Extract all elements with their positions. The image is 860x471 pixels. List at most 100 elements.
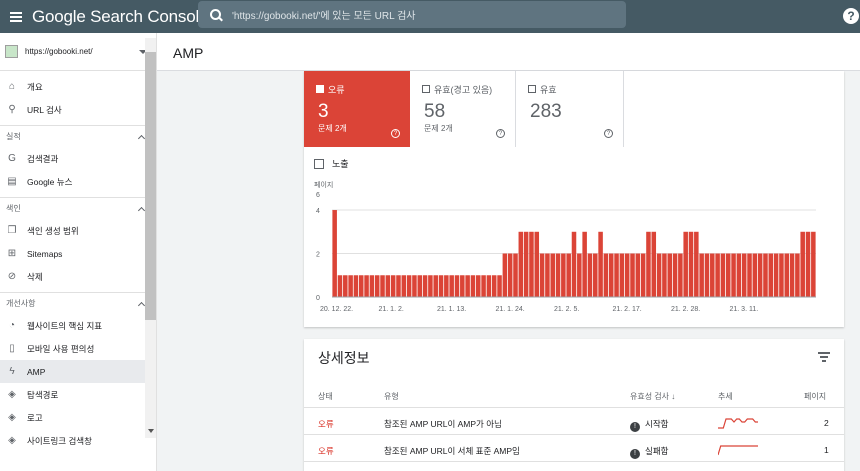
sidebar-item[interactable]: ϟ AMP [0, 360, 156, 383]
column-header-validation[interactable]: 유효성 검사 ↓ [630, 391, 675, 402]
tab-warning[interactable]: 유효(경고 있음) 58 문제 2개 ? [410, 71, 516, 147]
chart-bar [779, 253, 784, 297]
chart-bar [523, 231, 529, 297]
tab-valid[interactable]: 유효 283 ? [516, 71, 624, 147]
y-axis-sublabel: 6 [316, 192, 320, 199]
property-url: https://gobooki.net/ [25, 47, 93, 56]
search-placeholder: 'https://gobooki.net/'에 있는 모든 URL 검사 [232, 11, 416, 22]
property-selector[interactable]: https://gobooki.net/ [0, 33, 156, 71]
chart-bar [481, 275, 486, 297]
chart-bar [757, 253, 763, 297]
chart-bar [640, 253, 646, 297]
row-pages: 1 [824, 445, 829, 455]
row-status: 오류 [318, 419, 334, 429]
sidebar-item-label: URL 검사 [27, 104, 62, 115]
sidebar-scrollbar[interactable] [145, 52, 156, 320]
sidebar-item-label: 로고 [27, 412, 43, 423]
checkbox-icon[interactable] [422, 85, 430, 93]
sidebar-item[interactable]: ◈ 탐색경로 [0, 383, 156, 406]
chart-bar [470, 275, 476, 297]
chart-bar [332, 210, 337, 297]
menu-icon[interactable] [2, 0, 30, 33]
column-header-pages[interactable]: 페이지 [804, 391, 826, 402]
sidebar-item[interactable]: ❐ 색인 생성 범위 [0, 219, 156, 242]
chart-bar [433, 275, 438, 297]
filter-icon[interactable] [818, 352, 830, 362]
row-status: 오류 [318, 446, 334, 456]
chart-bar [752, 253, 758, 297]
column-header-trend[interactable]: 추세 [718, 391, 733, 402]
phone-icon: ▯ [9, 342, 15, 354]
chart-bar [369, 275, 375, 297]
sidebar-item[interactable]: ◔ 웹사이트의 핵심 지표 [0, 314, 156, 337]
help-icon[interactable]: ? [843, 8, 859, 24]
bolt-icon: ϟ [9, 365, 15, 377]
chart-bar [417, 275, 423, 297]
tab-error-value: 3 [318, 101, 329, 122]
search-input[interactable]: 'https://gobooki.net/'에 있는 모든 URL 검사 [198, 1, 626, 28]
tab-error[interactable]: 오류 3 문제 2개 ? [304, 71, 410, 147]
sidebar-item[interactable]: ⊞ Sitemaps [0, 242, 156, 265]
sidebar-item[interactable]: ◈ 로고 [0, 406, 156, 429]
chart-bar [811, 231, 816, 297]
sidebar-section-header[interactable]: 개선사항 [0, 292, 156, 314]
chart-bar [598, 231, 603, 297]
x-tick-label: 20. 12. 22. [320, 306, 353, 313]
sitemap-icon: ⊞ [7, 247, 17, 259]
chart-bar [619, 253, 625, 297]
chart-bar [646, 231, 651, 297]
chart-bar [502, 253, 508, 297]
chart-bar [571, 231, 577, 297]
sidebar-item[interactable]: ⌂ 개요 [0, 75, 156, 98]
chart-bar [428, 275, 433, 297]
scroll-down-arrow-icon[interactable] [148, 429, 154, 433]
layers-icon: ◈ [8, 411, 16, 423]
tab-error-sub: 문제 2개 [318, 124, 347, 133]
chart-bar [736, 253, 742, 297]
sidebar-item[interactable]: ▤ Google 뉴스 [0, 170, 156, 193]
sidebar-item[interactable]: ⊘ 삭제 [0, 265, 156, 288]
search-icon [198, 1, 226, 28]
help-icon[interactable]: ? [496, 129, 505, 138]
checkbox-icon[interactable] [528, 85, 536, 93]
chart-bar [348, 275, 353, 297]
expose-toggle[interactable]: 노출 [314, 157, 349, 170]
chart-bar [364, 275, 369, 297]
chart-bar [773, 253, 779, 297]
x-tick-label: 21. 1. 24. [496, 306, 525, 313]
chart-bar [460, 275, 465, 297]
layers-icon: ◈ [8, 388, 16, 400]
chart-bar [337, 275, 343, 297]
help-icon[interactable]: ? [604, 129, 613, 138]
checkbox-icon[interactable] [314, 158, 324, 169]
sidebar-item[interactable]: ⚲ URL 검사 [0, 98, 156, 121]
sidebar-section-header[interactable]: 색인 [0, 197, 156, 219]
checkbox-checked-icon[interactable] [316, 85, 324, 93]
x-tick-label: 21. 2. 5. [554, 306, 579, 313]
row-trend-sparkline [718, 445, 758, 456]
sidebar-item[interactable]: ◈ 사이트링크 검색창 [0, 429, 156, 452]
row-validation-label: 실패함 [645, 446, 669, 456]
chart-bar [390, 275, 396, 297]
sidebar-item[interactable]: G 검색결과 [0, 147, 156, 170]
chart-bar [715, 253, 720, 297]
tab-valid-label: 유효 [540, 85, 557, 95]
column-header-type[interactable]: 유형 [384, 391, 399, 402]
table-row[interactable]: 오류 참조된 AMP URL이 서체 표준 AMP임! 실패함 1 [304, 436, 844, 462]
chart-bar [577, 253, 582, 297]
site-favicon-icon [5, 45, 18, 58]
row-validation: ! 시작함 [630, 418, 668, 432]
chart-bar [763, 253, 768, 297]
chart-bar [667, 253, 672, 297]
chart-bar [465, 275, 470, 297]
app-title[interactable]: Google Search Console [32, 7, 209, 27]
tab-warning-label: 유효(경고 있음) [434, 85, 493, 95]
chart-bar [672, 253, 678, 297]
sidebar-item[interactable]: ▯ 모바일 사용 편의성 [0, 337, 156, 360]
column-header-status[interactable]: 상태 [318, 391, 333, 402]
chart-bar [401, 275, 407, 297]
help-icon[interactable]: ? [391, 129, 400, 138]
table-row[interactable]: 오류 참조된 AMP URL이 AMP가 아님! 시작함 2 [304, 409, 844, 435]
sidebar-section-header[interactable]: 실적 [0, 125, 156, 147]
chart-bar [550, 253, 555, 297]
